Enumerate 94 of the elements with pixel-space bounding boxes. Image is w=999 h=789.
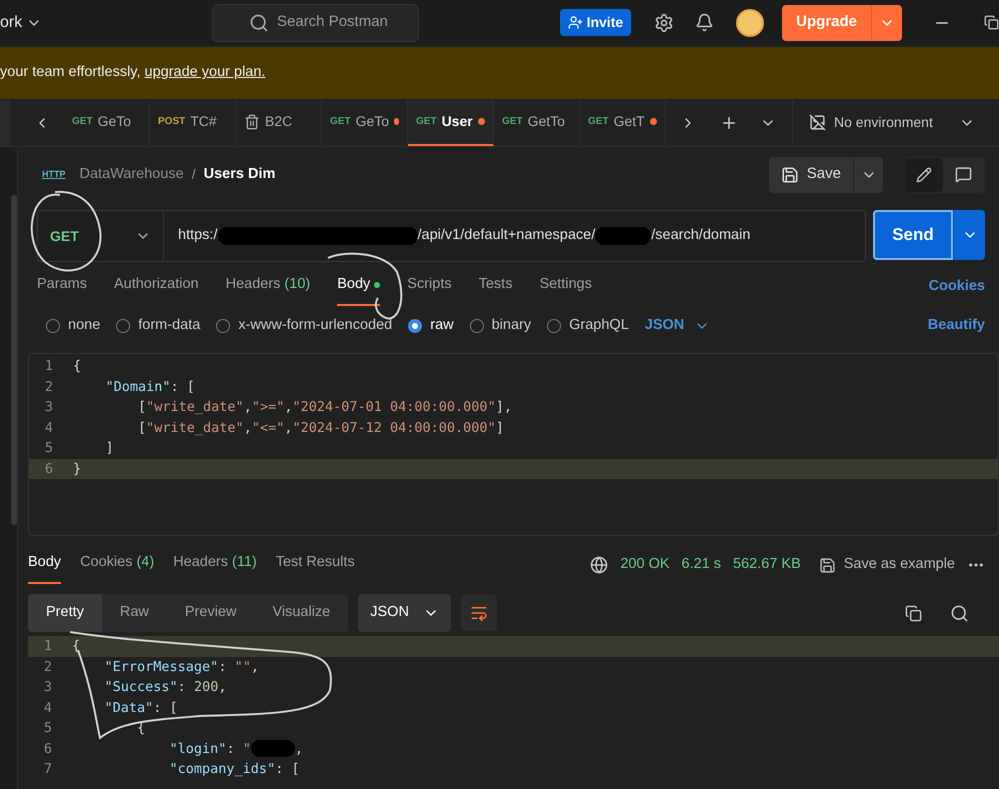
response-tab[interactable]: Headers (11) — [173, 552, 257, 584]
response-tab[interactable]: Test Results — [276, 552, 355, 584]
no-environment-icon — [809, 114, 826, 131]
code-line: "Domain": [ — [104, 378, 195, 396]
request-option-tab[interactable]: Headers (10) — [226, 274, 310, 306]
search-icon — [249, 12, 269, 32]
line-number: 7 — [42, 760, 53, 779]
line-number: 1 — [42, 637, 53, 656]
globe-icon[interactable] — [590, 556, 608, 574]
search-input[interactable]: Search Postman — [277, 11, 397, 34]
response-time: 6.21 s — [682, 555, 722, 574]
redaction-mark — [595, 227, 652, 245]
wrap-lines-icon — [470, 604, 488, 622]
settings-icon[interactable] — [654, 12, 674, 32]
request-title: Users Dim — [204, 164, 276, 184]
code-line: } — [73, 460, 82, 478]
line-number: 4 — [44, 418, 54, 438]
response-size: 562.67 KB — [733, 555, 801, 574]
response-tab[interactable]: Cookies (4) — [80, 552, 154, 584]
request-tab[interactable]: GET User — [408, 100, 494, 146]
cookies-link[interactable]: Cookies — [928, 276, 985, 306]
code-line: ["write_date",">=","2024-07-01 04:00:00.000"], — [137, 398, 512, 417]
comment-icon[interactable] — [955, 166, 972, 183]
request-option-tab[interactable]: Tests — [478, 274, 512, 306]
view-tab[interactable]: Pretty — [28, 594, 102, 632]
view-tab[interactable]: Raw — [102, 594, 167, 632]
line-number: 1 — [44, 357, 54, 376]
request-body-editor[interactable]: 1 { 2 "Domain": [ 3 ["write_date",">=","2024-07-01 04:00:00.000"], 4 ["write_date","<=","2024-07-12 04:00:00.000"] 5 ] 6 } — [28, 353, 999, 536]
line-number: 2 — [44, 378, 54, 396]
body-mode-radio[interactable]: raw — [408, 315, 454, 337]
search-icon[interactable] — [950, 604, 969, 622]
line-number: 3 — [44, 398, 54, 417]
request-tab[interactable]: GET GetTo — [494, 100, 580, 146]
line-number: 5 — [44, 439, 54, 458]
http-label: HTTP — [42, 168, 66, 181]
line-number: 4 — [42, 698, 53, 718]
avatar[interactable] — [736, 8, 764, 36]
format-dropdown[interactable]: JSON — [358, 594, 451, 632]
upgrade-link[interactable]: upgrade your plan. — [144, 64, 266, 80]
view-tab[interactable]: Visualize — [254, 594, 348, 632]
request-option-tab[interactable]: Settings — [539, 274, 592, 306]
body-mode-radio[interactable]: binary — [470, 315, 532, 337]
search-field[interactable]: Search Postman — [212, 4, 419, 42]
code-line: "company_ids": [ — [168, 760, 300, 779]
code-line: "ErrorMessage": "", — [104, 658, 259, 676]
code-line: { — [73, 357, 82, 376]
body-mode-radio[interactable]: form-data — [116, 315, 200, 337]
line-number: 6 — [42, 740, 53, 758]
request-option-tab[interactable]: Scripts — [407, 274, 452, 306]
request-tab[interactable]: B2C — [236, 100, 322, 146]
request-tab[interactable]: POST TC# — [150, 100, 236, 146]
line-number: 6 — [44, 460, 54, 478]
code-line: "Success": 200, — [104, 678, 226, 697]
environment-selector[interactable]: No environment — [792, 100, 975, 146]
sidebar-toggle[interactable] — [0, 100, 10, 146]
wrap-button[interactable] — [460, 595, 497, 631]
url-field[interactable]: https:/ /api/v1/default+namespace/ /search/domain — [164, 225, 865, 247]
redaction-mark — [250, 740, 295, 758]
request-option-tab[interactable]: Params — [37, 274, 87, 306]
method-selector[interactable]: GET — [38, 211, 164, 261]
restore-icon[interactable] — [984, 15, 999, 30]
scrollbar[interactable] — [11, 195, 17, 525]
request-option-tab[interactable]: Body — [337, 274, 380, 306]
bell-icon[interactable] — [695, 13, 714, 32]
code-line: "Data": [ — [104, 698, 178, 718]
language-dropdown[interactable]: JSON — [644, 315, 710, 337]
request-tab[interactable]: GET GetT — [580, 100, 666, 146]
body-mode-radio[interactable]: x-www-form-urlencoded — [216, 315, 392, 337]
breadcrumb-separator: / — [192, 165, 196, 184]
breadcrumb-collection[interactable]: DataWarehouse — [80, 164, 184, 186]
request-tab[interactable]: GET GeTo — [64, 100, 150, 146]
request-option-tab[interactable]: Authorization — [114, 274, 199, 306]
code-line: ["write_date","<=","2024-07-12 04:00:00.000"] — [137, 418, 504, 438]
pencil-icon — [916, 166, 932, 182]
line-number: 3 — [42, 678, 53, 697]
edit-button[interactable] — [905, 158, 943, 192]
beautify-link[interactable]: Beautify — [928, 315, 985, 337]
send-button[interactable]: Send — [873, 210, 953, 260]
code-line: { — [72, 637, 80, 656]
response-tab[interactable]: Body — [28, 552, 62, 584]
save-example-button[interactable]: Save as example — [818, 554, 955, 576]
copy-icon[interactable] — [905, 604, 922, 622]
status-code: 200 OK — [620, 555, 670, 574]
line-number: 5 — [42, 719, 53, 738]
view-tab[interactable]: Preview — [166, 594, 254, 632]
add-user-icon — [568, 15, 583, 30]
code-line: "login": " , — [168, 739, 303, 759]
code-line: ] — [104, 439, 114, 458]
banner-message: your team effortlessly, upgrade your plan. — [0, 63, 266, 82]
invite-button[interactable]: Invite — [560, 9, 632, 36]
body-mode-radio[interactable]: GraphQL — [547, 315, 629, 337]
workspace-name[interactable]: ork — [0, 10, 22, 34]
body-mode-radio[interactable]: none — [46, 315, 100, 337]
line-number: 2 — [42, 658, 53, 676]
